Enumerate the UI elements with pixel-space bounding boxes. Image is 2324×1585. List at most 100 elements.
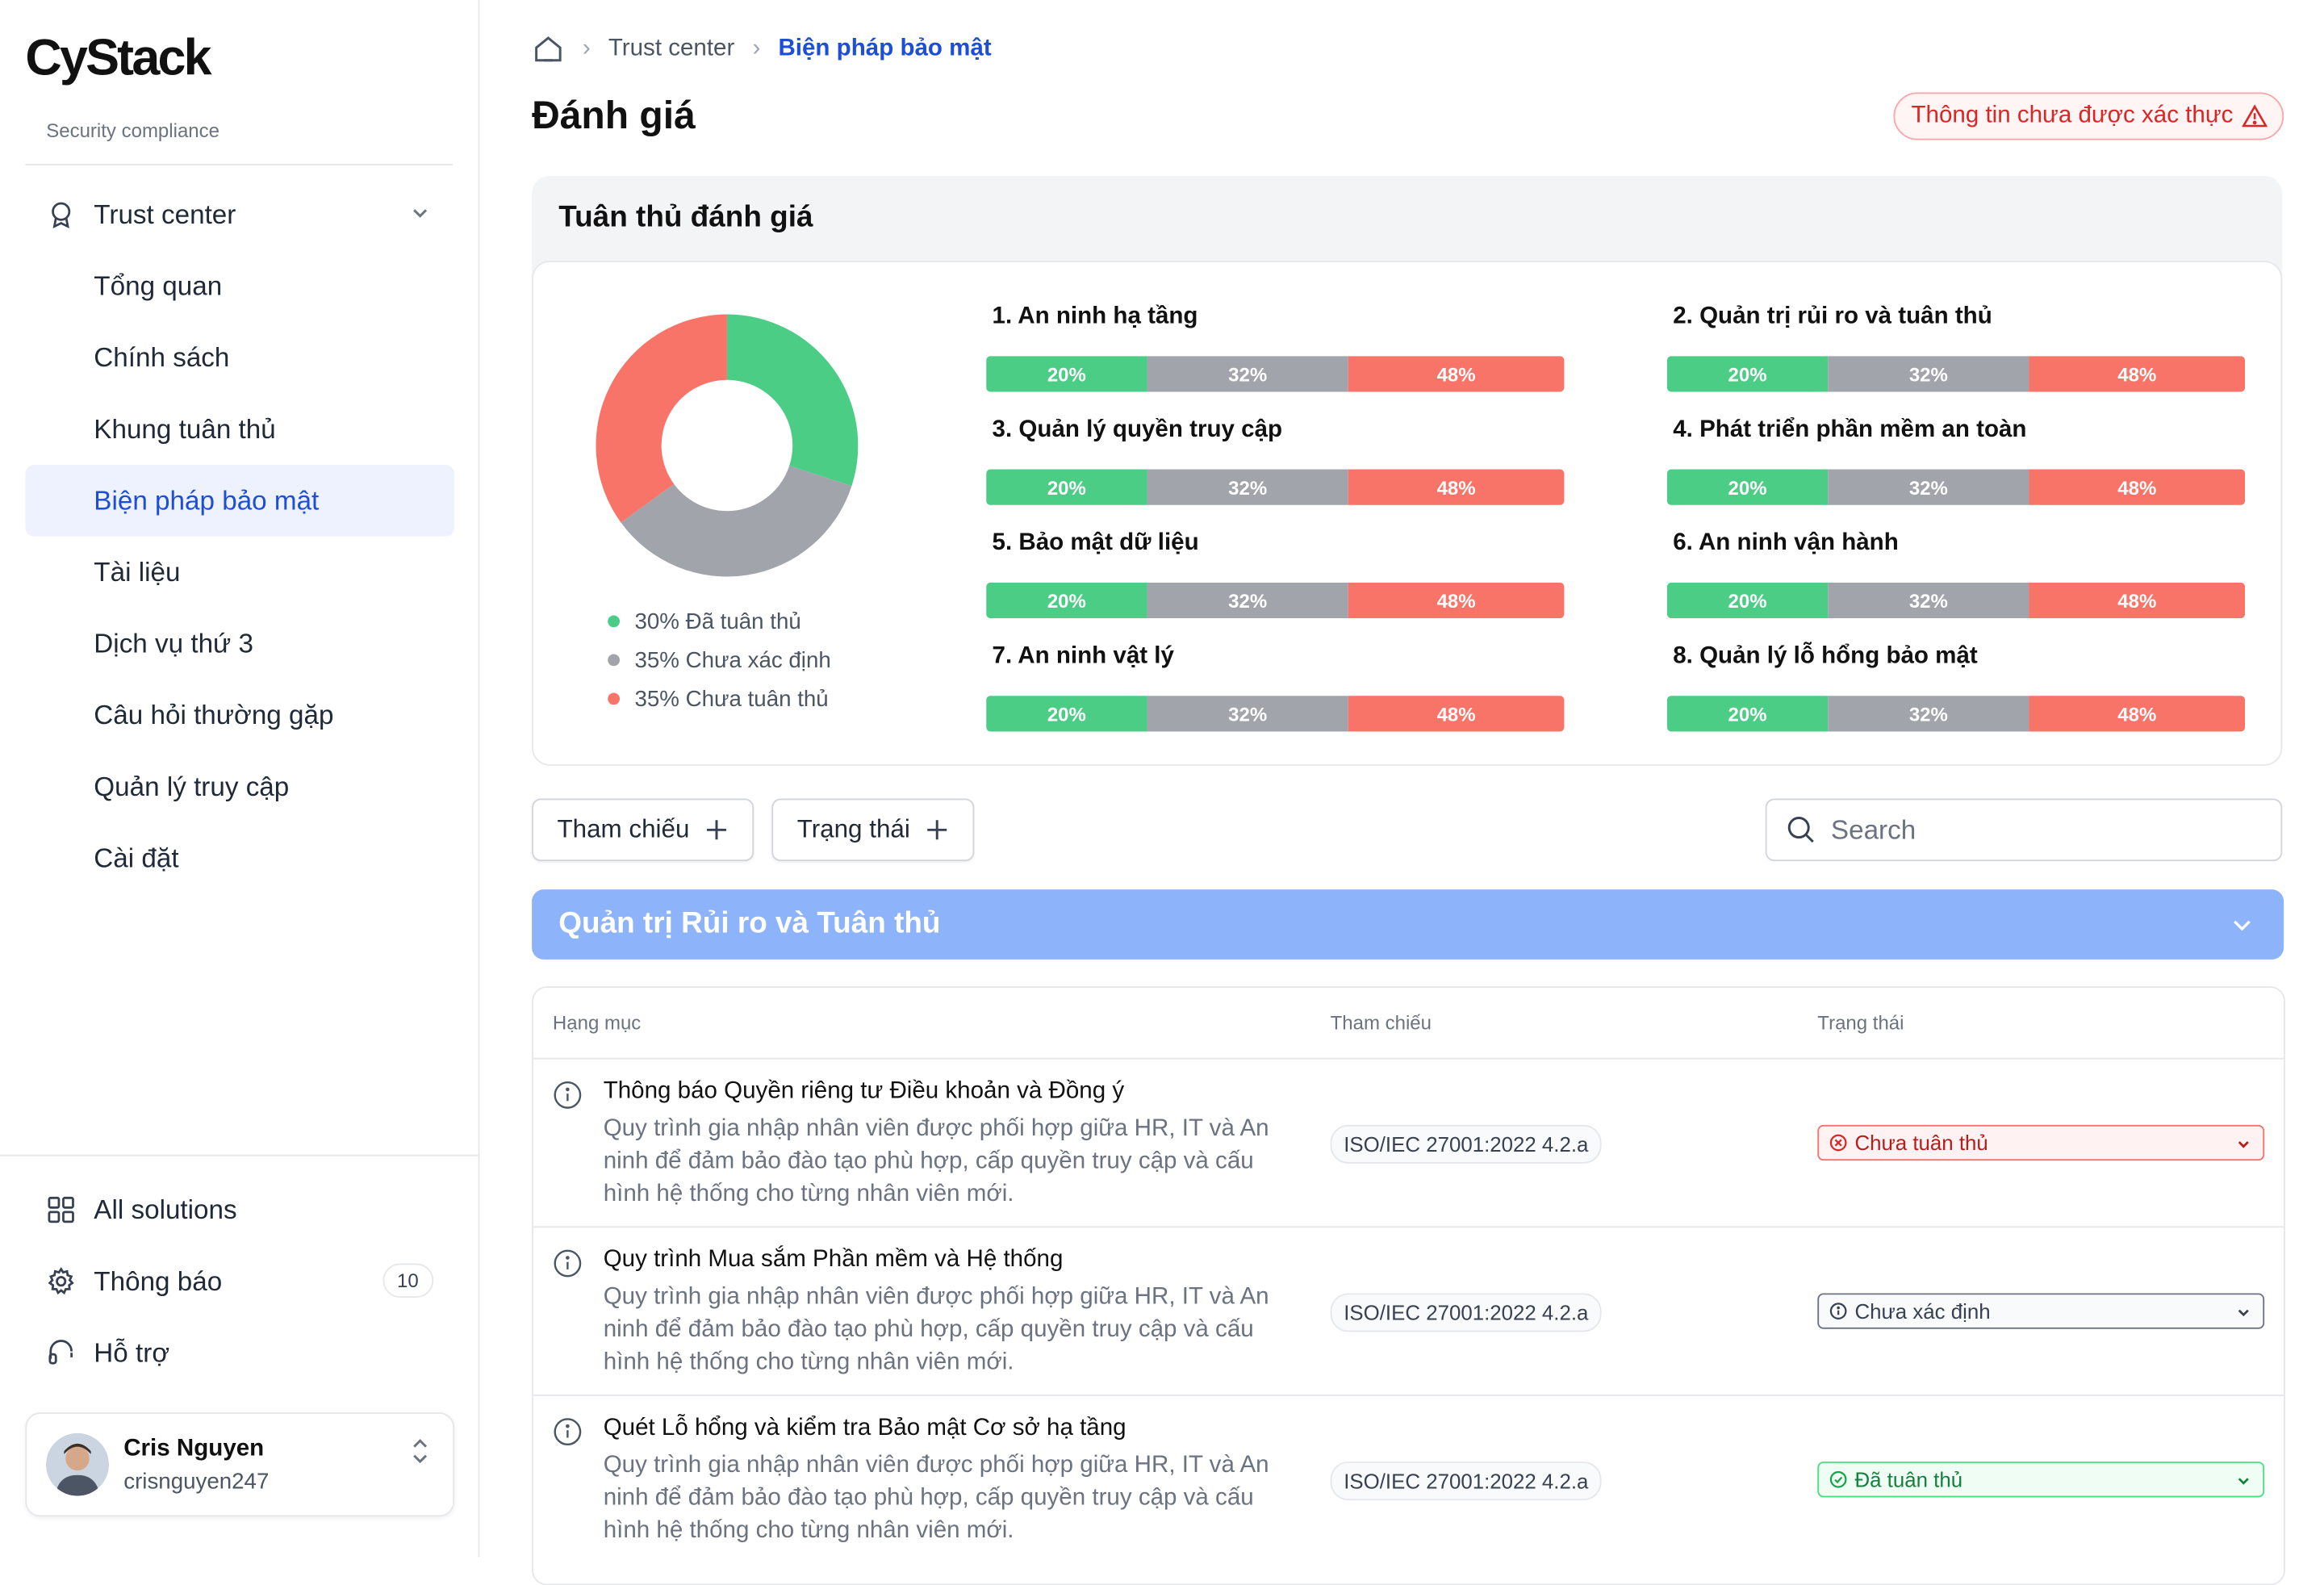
category-item: 4. Phát triển phần mềm an toàn 20% 32% 48% bbox=[1666, 414, 2246, 505]
category-item: 5. Bảo mật dữ liệu 20% 32% 48% bbox=[986, 528, 1565, 619]
bar-segment: 48% bbox=[2029, 356, 2246, 392]
reference-filter-button[interactable]: Tham chiếu bbox=[532, 798, 754, 862]
sidebar-item-ho-tro[interactable]: Hỗ trợ bbox=[25, 1317, 454, 1389]
info-icon[interactable] bbox=[553, 1248, 583, 1278]
sidebar: CyStack Security compliance Trust center… bbox=[0, 0, 480, 1558]
table-row[interactable]: Quy trình Mua sắm Phần mềm và Hệ thống Q… bbox=[533, 1226, 2284, 1395]
sidebar-group-trust-center[interactable]: Trust center bbox=[25, 179, 454, 251]
user-card[interactable]: Cris Nguyen crisnguyen247 bbox=[25, 1412, 455, 1517]
sidebar-group-label: Trust center bbox=[94, 199, 236, 229]
category-stacked-bar: 20% 32% 48% bbox=[986, 582, 1565, 619]
sidebar-item-cau-hoi[interactable]: Câu hỏi thường gặp bbox=[25, 680, 454, 751]
notification-count-badge: 10 bbox=[382, 1263, 434, 1298]
bar-segment: 20% bbox=[1666, 696, 1829, 732]
grid-icon bbox=[48, 1196, 74, 1223]
status-filter-button[interactable]: Trạng thái bbox=[771, 798, 975, 862]
breadcrumb: › Trust center › Biện pháp bảo mật bbox=[532, 33, 992, 66]
sidebar-item-tai-lieu[interactable]: Tài liệu bbox=[25, 537, 454, 608]
compliance-card-body: 30% Đã tuân thủ 35% Chưa xác định 35% Ch… bbox=[532, 261, 2283, 766]
chevron-up-down-icon[interactable] bbox=[408, 1435, 433, 1468]
category-stacked-bar: 20% 32% 48% bbox=[1666, 582, 2246, 619]
category-label: 2. Quản trị rủi ro và tuân thủ bbox=[1673, 303, 1992, 329]
check-circle-icon bbox=[1829, 1470, 1847, 1488]
breadcrumb-current: Biện pháp bảo mật bbox=[778, 36, 992, 61]
chevron-down-icon bbox=[2238, 1141, 2249, 1148]
category-stacked-bar: 20% 32% 48% bbox=[986, 469, 1565, 505]
bar-segment: 32% bbox=[1828, 696, 2029, 732]
sidebar-item-quan-ly-truy-cap[interactable]: Quản lý truy cập bbox=[25, 751, 454, 822]
search-box[interactable] bbox=[1765, 798, 2283, 862]
legend-item-noncompliant: 35% Chưa tuân thủ bbox=[608, 680, 831, 718]
bar-segment: 32% bbox=[1828, 469, 2029, 505]
breadcrumb-parent[interactable]: Trust center bbox=[608, 36, 734, 62]
unverified-warning-badge: Thông tin chưa được xác thực bbox=[1893, 92, 2284, 140]
donut-slice-2 bbox=[596, 314, 727, 523]
bar-segment: 20% bbox=[986, 469, 1147, 505]
sidebar-item-dich-vu-thu-3[interactable]: Dịch vụ thứ 3 bbox=[25, 608, 454, 680]
sidebar-bottom-nav: All solutions Thông báo 10 Hỗ trợ bbox=[25, 1174, 454, 1389]
row-title: Quy trình Mua sắm Phần mềm và Hệ thống bbox=[603, 1247, 1064, 1273]
award-icon bbox=[52, 202, 71, 229]
sidebar-item-cai-dat[interactable]: Cài đặt bbox=[25, 822, 454, 894]
sidebar-item-all-solutions[interactable]: All solutions bbox=[25, 1174, 454, 1246]
category-stacked-bar: 20% 32% 48% bbox=[986, 356, 1565, 392]
category-item: 2. Quản trị rủi ro và tuân thủ 20% 32% 48% bbox=[1666, 301, 2246, 392]
cystack-logo[interactable]: CyStack bbox=[25, 30, 211, 88]
column-header-reference: Tham chiếu bbox=[1330, 1011, 1432, 1035]
category-item: 7. An ninh vật lý 20% 32% 48% bbox=[986, 641, 1565, 732]
donut-slice-0 bbox=[726, 314, 859, 487]
sidebar-item-thong-bao[interactable]: Thông báo 10 bbox=[25, 1245, 454, 1317]
bar-segment: 48% bbox=[2029, 469, 2246, 505]
sidebar-item-chinh-sach[interactable]: Chính sách bbox=[25, 322, 454, 394]
info-circle-icon bbox=[1829, 1303, 1847, 1319]
row-description: Quy trình gia nhập nhân viên được phối h… bbox=[603, 1115, 1269, 1207]
column-header-category: Hạng mục bbox=[552, 1011, 642, 1035]
sidebar-item-bien-phap-bao-mat[interactable]: Biện pháp bảo mật bbox=[25, 464, 455, 537]
table-row[interactable]: Thông báo Quyền riêng tư Điều khoản và Đ… bbox=[533, 1057, 2284, 1227]
user-handle: crisnguyen247 bbox=[123, 1469, 270, 1495]
sidebar-item-label: Thông báo bbox=[94, 1265, 223, 1296]
user-name: Cris Nguyen bbox=[123, 1436, 265, 1462]
legend-label: 35% Chưa xác định bbox=[634, 647, 831, 673]
sidebar-nav: Trust center Tổng quan Chính sách Khung … bbox=[25, 179, 455, 894]
table-row[interactable]: Quét Lỗ hổng và kiểm tra Bảo mật Cơ sở h… bbox=[533, 1394, 2284, 1564]
search-input[interactable] bbox=[1828, 813, 2251, 847]
status-value: Đã tuân thủ bbox=[1854, 1467, 1963, 1491]
bar-segment: 20% bbox=[1666, 356, 1829, 392]
status-select[interactable]: Chưa tuân thủ bbox=[1817, 1124, 2265, 1161]
status-select[interactable]: Đã tuân thủ bbox=[1817, 1462, 2265, 1498]
bar-segment: 20% bbox=[986, 696, 1147, 732]
compliance-card: Tuân thủ đánh giá 30% Đã tuân thủ 35% Ch… bbox=[532, 175, 2283, 766]
legend-item-compliant: 30% Đã tuân thủ bbox=[608, 602, 831, 641]
row-description: Quy trình gia nhập nhân viên được phối h… bbox=[603, 1452, 1269, 1544]
chevron-down-icon[interactable] bbox=[2230, 914, 2255, 938]
category-item: 6. An ninh vận hành 20% 32% 48% bbox=[1666, 528, 2246, 619]
row-title: Thông báo Quyền riêng tư Điều khoản và Đ… bbox=[603, 1078, 1125, 1104]
category-label: 5. Bảo mật dữ liệu bbox=[992, 530, 1199, 556]
info-icon[interactable] bbox=[553, 1417, 583, 1447]
warning-triangle-icon bbox=[2242, 104, 2268, 128]
bar-segment: 32% bbox=[1828, 582, 2029, 619]
sidebar-item-tong-quan[interactable]: Tổng quan bbox=[25, 250, 454, 322]
status-value: Chưa tuân thủ bbox=[1854, 1131, 1988, 1155]
plus-icon bbox=[706, 820, 726, 840]
category-stacked-bar: 20% 32% 48% bbox=[1666, 696, 2246, 732]
section-header-risk-governance[interactable]: Quản trị Rủi ro và Tuân thủ bbox=[532, 889, 2284, 960]
legend-dot bbox=[608, 692, 620, 705]
legend-label: 35% Chưa tuân thủ bbox=[634, 686, 829, 712]
bar-segment: 32% bbox=[1828, 356, 2029, 392]
home-icon[interactable] bbox=[532, 34, 565, 64]
donut-legend: 30% Đã tuân thủ 35% Chưa xác định 35% Ch… bbox=[608, 602, 831, 718]
sidebar-item-khung-tuan-thu[interactable]: Khung tuân thủ bbox=[25, 393, 454, 465]
chevron-down-icon[interactable] bbox=[410, 203, 431, 224]
category-item: 1. An ninh hạ tầng 20% 32% 48% bbox=[986, 301, 1565, 392]
controls-table: Hạng mục Tham chiếu Trạng thái Thông báo… bbox=[532, 986, 2285, 1585]
legend-label: 30% Đã tuân thủ bbox=[634, 608, 801, 634]
avatar bbox=[46, 1432, 109, 1496]
bar-segment: 32% bbox=[1147, 469, 1348, 505]
info-icon[interactable] bbox=[553, 1080, 583, 1110]
status-select[interactable]: Chưa xác định bbox=[1817, 1293, 2265, 1329]
reference-tag: ISO/IEC 27001:2022 4.2.a bbox=[1330, 1462, 1603, 1501]
reference-filter-label: Tham chiếu bbox=[557, 814, 690, 843]
bar-segment: 48% bbox=[1348, 356, 1565, 392]
